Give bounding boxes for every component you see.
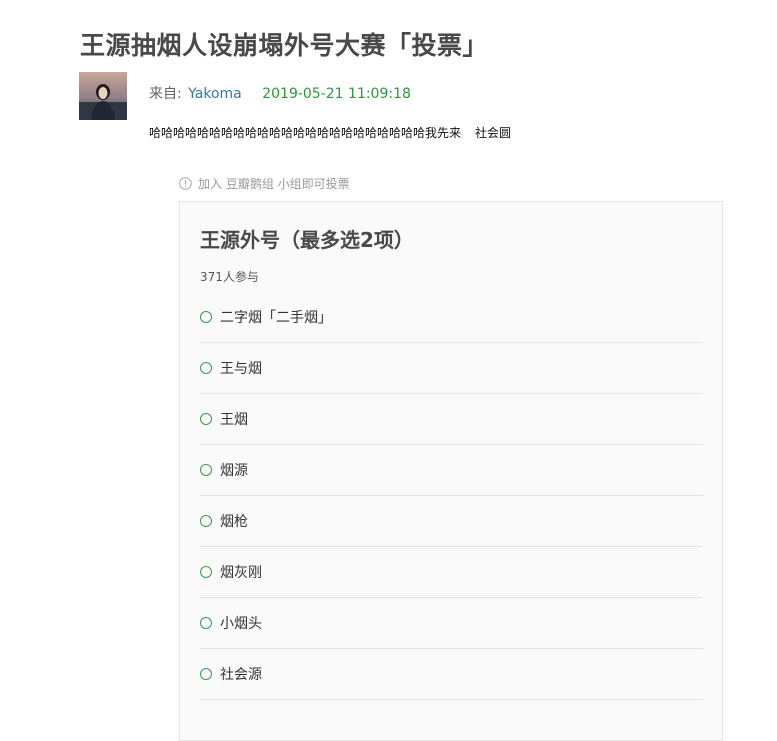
author-link[interactable]: Yakoma bbox=[188, 86, 242, 102]
avatar-image bbox=[79, 72, 127, 120]
vote-notice: 加入 豆瓣鹅组 小组即可投票 bbox=[179, 175, 350, 192]
poll-option-label: 烟灰刚 bbox=[220, 565, 262, 581]
radio-circle-icon[interactable] bbox=[200, 362, 212, 374]
poll-option-label: 烟源 bbox=[220, 463, 248, 479]
radio-circle-icon[interactable] bbox=[200, 413, 212, 425]
radio-circle-icon[interactable] bbox=[200, 668, 212, 680]
poll-participant-count: 371人参与 bbox=[200, 270, 259, 284]
radio-circle-icon[interactable] bbox=[200, 566, 212, 578]
radio-circle-icon[interactable] bbox=[200, 515, 212, 527]
poll-option-label: 社会源 bbox=[220, 667, 262, 683]
vote-notice-text: 加入 豆瓣鹅组 小组即可投票 bbox=[198, 177, 350, 191]
poll-option[interactable]: 王烟 bbox=[200, 394, 703, 445]
poll-option[interactable]: 社会源 bbox=[200, 649, 703, 700]
post-content: 哈哈哈哈哈哈哈哈哈哈哈哈哈哈哈哈哈哈哈哈哈哈哈我先来 社会圆 bbox=[149, 124, 511, 141]
poll-option[interactable]: 小烟头 bbox=[200, 598, 703, 649]
poll-card: 王源外号（最多选2项） 371人参与 二字烟「二手烟」 王与烟王烟烟源烟枪烟灰刚小… bbox=[179, 201, 723, 741]
from-label: 来自: bbox=[149, 86, 182, 102]
poll-title: 王源外号（最多选2项） bbox=[200, 228, 414, 252]
poll-option[interactable]: 烟枪 bbox=[200, 496, 703, 547]
avatar[interactable] bbox=[79, 72, 127, 120]
poll-option-label: 王烟 bbox=[220, 412, 248, 428]
poll-option-label: 王与烟 bbox=[220, 361, 262, 377]
radio-circle-icon[interactable] bbox=[200, 311, 212, 323]
post-content-main: 哈哈哈哈哈哈哈哈哈哈哈哈哈哈哈哈哈哈哈哈哈哈哈我先来 bbox=[149, 126, 462, 140]
post-date: 2019-05-21 11:09:18 bbox=[262, 86, 411, 102]
info-icon bbox=[179, 177, 192, 190]
poll-option[interactable]: 二字烟「二手烟」 bbox=[200, 292, 703, 343]
radio-circle-icon[interactable] bbox=[200, 464, 212, 476]
poll-option[interactable]: 王与烟 bbox=[200, 343, 703, 394]
radio-circle-icon[interactable] bbox=[200, 617, 212, 629]
poll-option-label: 小烟头 bbox=[220, 616, 262, 632]
post-meta: 来自: Yakoma 2019-05-21 11:09:18 bbox=[149, 83, 411, 103]
post-content-tail: 社会圆 bbox=[475, 126, 512, 140]
poll-option-label: 二字烟「二手烟」 bbox=[220, 310, 332, 326]
poll-option[interactable]: 烟源 bbox=[200, 445, 703, 496]
poll-option-label: 烟枪 bbox=[220, 514, 248, 530]
poll-options: 二字烟「二手烟」 王与烟王烟烟源烟枪烟灰刚小烟头社会源 bbox=[200, 292, 703, 700]
post-title: 王源抽烟人设崩塌外号大赛「投票」 bbox=[80, 31, 489, 60]
poll-option[interactable]: 烟灰刚 bbox=[200, 547, 703, 598]
